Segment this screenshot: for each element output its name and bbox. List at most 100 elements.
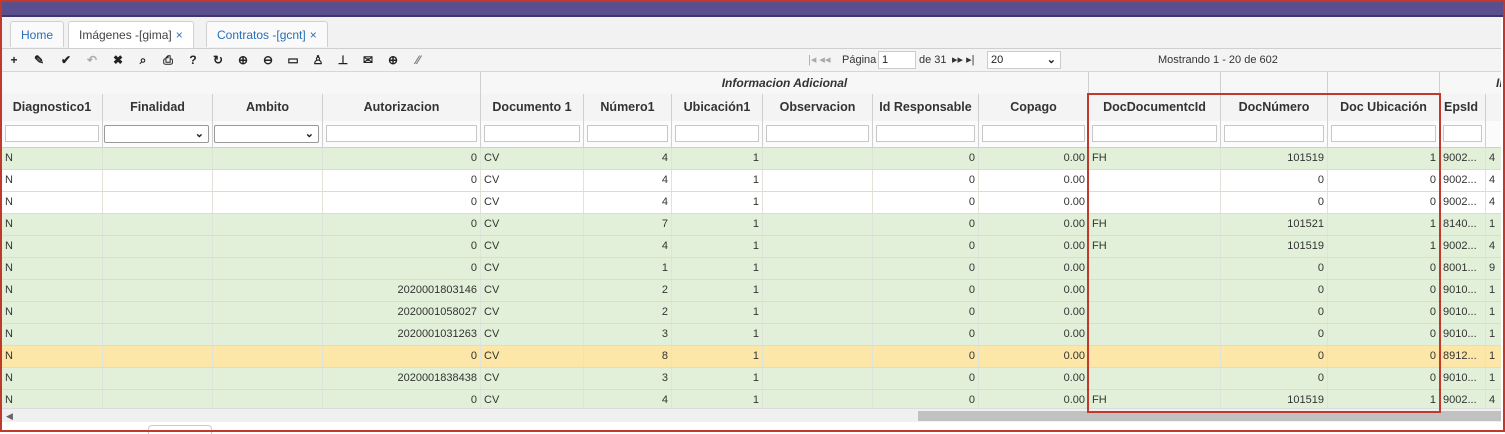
undo-icon[interactable]: ↶	[84, 52, 100, 68]
table-row[interactable]: N 0 CV 1 1 0 0.00 0 0 8001... 9	[2, 258, 1501, 280]
table-cell: 8	[584, 346, 672, 367]
table-cell	[213, 302, 323, 323]
table-cell	[1089, 324, 1221, 345]
check-icon[interactable]: ✔	[58, 52, 74, 68]
comment-icon[interactable]: ▭	[285, 52, 301, 68]
column-header[interactable]: Id Responsable	[873, 94, 979, 121]
tab-imagenes[interactable]: Imágenes -[gima] ×	[68, 21, 194, 48]
user-icon[interactable]: ♙	[310, 52, 326, 68]
filter-input[interactable]	[766, 125, 869, 142]
table-cell: N	[2, 324, 103, 345]
filter-input[interactable]	[1092, 125, 1217, 142]
pin-icon[interactable]: ⊥	[335, 52, 351, 68]
column-header[interactable]: Observacion	[763, 94, 873, 121]
mail-icon[interactable]: ✉	[360, 52, 376, 68]
column-header[interactable]: Número1	[584, 94, 672, 121]
print-icon[interactable]: ⎙	[160, 52, 176, 68]
filter-input[interactable]	[876, 125, 975, 142]
table-cell: 4	[1486, 148, 1501, 169]
table-cell: 0	[873, 302, 979, 323]
first-page-icon[interactable]: |◂ ◂◂	[808, 51, 830, 69]
column-header[interactable]: DocNúmero	[1221, 94, 1328, 121]
filter-input[interactable]	[484, 125, 580, 142]
table-cell: 0.00	[979, 368, 1089, 389]
table-row[interactable]: N 2020001058027 CV 2 1 0 0.00 0 0 9010... 1	[2, 302, 1501, 324]
horizontal-scrollbar[interactable]: ◀	[2, 408, 1501, 423]
table-cell: 1	[1328, 214, 1440, 235]
table-row[interactable]: N 0 CV 4 1 0 0.00 0 0 9002... 4	[2, 192, 1501, 214]
tab-contratos[interactable]: Contratos -[gcnt] ×	[206, 21, 328, 47]
search-icon[interactable]: ⌕	[135, 52, 151, 68]
tab-home[interactable]: Home	[10, 21, 65, 47]
scroll-left-icon[interactable]: ◀	[6, 409, 13, 423]
table-cell: 1	[672, 346, 763, 367]
filter-cell	[1440, 121, 1486, 147]
next-page-icon[interactable]: ▸▸ ▸|	[952, 51, 974, 69]
column-header[interactable]: Finalidad	[103, 94, 213, 121]
group-header-empty	[2, 72, 481, 94]
close-icon[interactable]: ×	[176, 28, 183, 42]
column-header[interactable]: Ambito	[213, 94, 323, 121]
filter-input[interactable]	[5, 125, 99, 142]
edit-icon[interactable]: ✎	[31, 52, 47, 68]
zoom-in-icon[interactable]: ⊕	[235, 52, 251, 68]
column-header[interactable]: Copago	[979, 94, 1089, 121]
filter-input[interactable]	[982, 125, 1085, 142]
footer-button[interactable]	[148, 425, 212, 434]
table-cell: 9010...	[1440, 302, 1486, 323]
table-row[interactable]: N 0 CV 8 1 0 0.00 0 0 8912... 1	[2, 346, 1501, 368]
column-header[interactable]: DocDocumentcId	[1089, 94, 1221, 121]
filter-input[interactable]	[1224, 125, 1324, 142]
filter-input[interactable]	[675, 125, 759, 142]
table-cell: N	[2, 280, 103, 301]
table-cell: 4	[584, 390, 672, 408]
filter-input[interactable]	[1331, 125, 1436, 142]
column-header[interactable]: Diagnostico1	[2, 94, 103, 121]
table-row[interactable]: N 2020001031263 CV 3 1 0 0.00 0 0 9010... 1	[2, 324, 1501, 346]
filter-select[interactable]: ⌄	[214, 125, 319, 143]
column-header[interactable]: Doc Ubicación	[1328, 94, 1440, 121]
close-icon[interactable]: ×	[310, 28, 317, 42]
table-row[interactable]: N 0 CV 7 1 0 0.00 FH 101521 1 8140... 1	[2, 214, 1501, 236]
table-cell: 1	[1328, 148, 1440, 169]
filter-select[interactable]: ⌄	[104, 125, 209, 143]
table-cell: 0	[873, 324, 979, 345]
table-cell	[213, 214, 323, 235]
table-row[interactable]: N 0 CV 4 1 0 0.00 0 0 9002... 4	[2, 170, 1501, 192]
table-row[interactable]: N 0 CV 4 1 0 0.00 FH 101519 1 9002... 4	[2, 390, 1501, 408]
table-cell: 1	[672, 192, 763, 213]
table-cell: 0	[1221, 324, 1328, 345]
refresh-icon[interactable]: ↻	[210, 52, 226, 68]
scrollbar-thumb[interactable]	[918, 411, 1501, 421]
app-top-bar	[0, 0, 1505, 17]
table-row[interactable]: N 2020001803146 CV 2 1 0 0.00 0 0 9010... 1	[2, 280, 1501, 302]
table-row[interactable]: N 2020001838438 CV 3 1 0 0.00 0 0 9010... 1	[2, 368, 1501, 390]
help-icon[interactable]: ?	[185, 52, 201, 68]
add-icon[interactable]: +	[6, 52, 22, 68]
table-row[interactable]: N 0 CV 4 1 0 0.00 FH 101519 1 9002... 4	[2, 148, 1501, 170]
column-header[interactable]: Ubicación1	[672, 94, 763, 121]
table-cell: FH	[1089, 148, 1221, 169]
column-header[interactable]: Documento 1	[481, 94, 584, 121]
page-input[interactable]: 1	[878, 51, 916, 69]
filter-cell	[873, 121, 979, 147]
page-size-select[interactable]: 20 ⌄	[987, 51, 1061, 69]
resize-icon[interactable]: ⁄⁄	[410, 52, 426, 68]
table-row[interactable]: N 0 CV 4 1 0 0.00 FH 101519 1 9002... 4	[2, 236, 1501, 258]
table-cell: 1	[1486, 324, 1501, 345]
filter-input[interactable]	[1443, 125, 1482, 142]
table-cell	[103, 324, 213, 345]
filter-input[interactable]	[587, 125, 668, 142]
column-header[interactable]	[1486, 94, 1501, 121]
zoom-out-icon[interactable]: ⊖	[260, 52, 276, 68]
record-count: Mostrando 1 - 20 de 602	[1158, 54, 1278, 66]
column-header[interactable]: Autorizacion	[323, 94, 481, 121]
filter-input[interactable]	[326, 125, 477, 142]
group-header-empty	[1221, 72, 1328, 94]
delete-icon[interactable]: ✖	[110, 52, 126, 68]
table-cell: 1	[1486, 368, 1501, 389]
column-header[interactable]: EpsId	[1440, 94, 1486, 121]
plus-circle-icon[interactable]: ⊕	[385, 52, 401, 68]
table-cell: 0	[323, 148, 481, 169]
table-cell: CV	[481, 192, 584, 213]
